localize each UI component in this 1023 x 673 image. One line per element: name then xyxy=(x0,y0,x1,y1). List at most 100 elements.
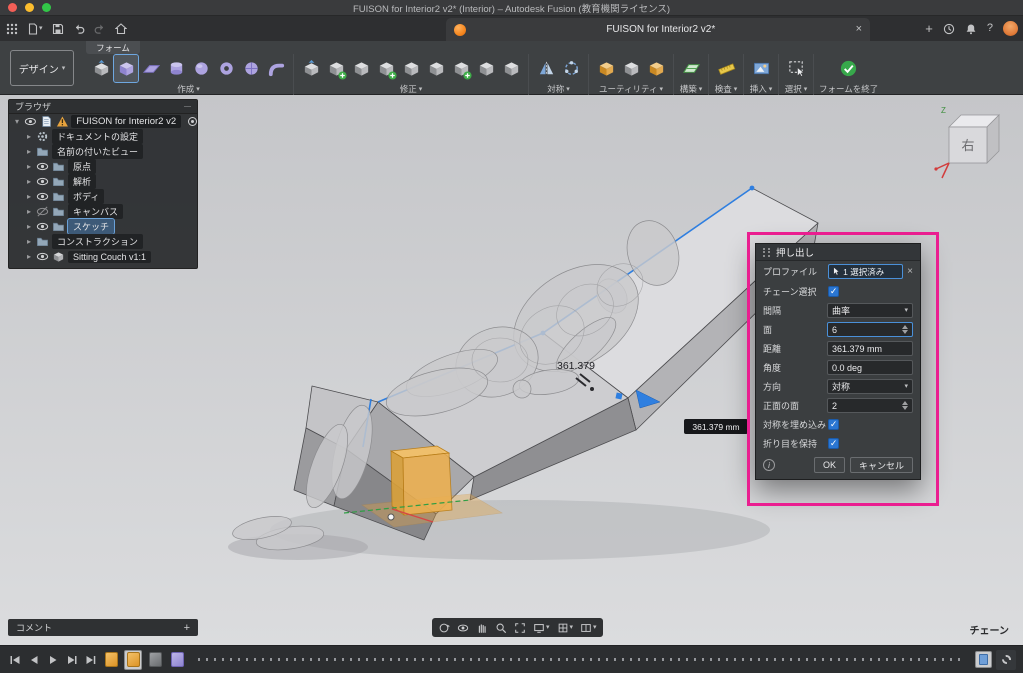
expand-icon[interactable]: ▸ xyxy=(25,147,33,156)
plane-primitive-icon[interactable] xyxy=(139,55,163,82)
cylinder-primitive-icon[interactable] xyxy=(164,55,188,82)
row-label[interactable]: 名前の付いたビュー xyxy=(52,144,143,159)
help-icon[interactable]: ? xyxy=(987,23,993,34)
timeline-feature-form-selected[interactable] xyxy=(124,650,142,670)
display-settings-icon[interactable]: ▾ xyxy=(533,622,550,634)
timeline-settings-button[interactable] xyxy=(996,650,1016,670)
user-avatar[interactable] xyxy=(1003,21,1018,36)
notifications-bell-icon[interactable] xyxy=(965,23,977,35)
timeline-feature-purple[interactable] xyxy=(168,650,186,670)
go-to-start-icon[interactable] xyxy=(7,652,22,668)
distance-input[interactable]: 361.379 mm xyxy=(827,341,913,356)
edit-form-icon[interactable] xyxy=(89,55,113,82)
create-group-dropdown[interactable]: 作成 ▾ xyxy=(177,83,200,95)
expand-icon[interactable]: ▸ xyxy=(25,222,33,231)
visibility-eye-icon[interactable] xyxy=(36,250,49,263)
activate-component-radio[interactable] xyxy=(188,117,197,126)
modify-group-dropdown[interactable]: 修正 ▾ xyxy=(400,83,423,95)
zoom-icon[interactable] xyxy=(495,622,507,634)
browser-row-canvases[interactable]: ▸ キャンバス xyxy=(21,204,197,219)
angle-input[interactable]: 0.0 deg xyxy=(827,360,913,375)
finish-form-label-button[interactable]: フォームを終了 xyxy=(819,83,878,95)
repair-body-icon[interactable] xyxy=(619,55,643,82)
timeline-feature-gray[interactable] xyxy=(146,650,164,670)
insert-group-dropdown[interactable]: 挿入 ▾ xyxy=(750,83,773,95)
dialog-titlebar[interactable]: 押し出し xyxy=(756,244,920,261)
viewport-3d[interactable]: 361.379 ブラウザ — ▾ FUISON for Interior2 v2 xyxy=(0,95,1023,645)
pipe-primitive-icon[interactable] xyxy=(264,55,288,82)
profile-selection-button[interactable]: 1 選択済み xyxy=(828,264,903,279)
viewports-icon[interactable]: ▾ xyxy=(580,622,597,634)
expand-icon[interactable]: ▸ xyxy=(25,162,33,171)
row-label[interactable]: Sitting Couch v1:1 xyxy=(68,251,151,263)
insert-canvas-icon[interactable] xyxy=(749,55,773,82)
front-faces-input[interactable]: 2 xyxy=(827,398,913,413)
keep-crease-checkbox[interactable]: ✓ xyxy=(828,438,839,449)
expand-icon[interactable]: ▸ xyxy=(25,177,33,186)
select-group-dropdown[interactable]: 選択 ▾ xyxy=(785,83,808,95)
grid-snap-icon[interactable]: ▾ xyxy=(557,622,574,634)
crease-icon[interactable] xyxy=(499,55,523,82)
measure-icon[interactable] xyxy=(714,55,738,82)
circular-symmetry-icon[interactable] xyxy=(559,55,583,82)
sketch-origin-point[interactable] xyxy=(388,514,394,520)
torus-primitive-icon[interactable] xyxy=(214,55,238,82)
browser-row-document-settings[interactable]: ▸ ドキュメントの設定 xyxy=(21,129,197,144)
select-tool-icon[interactable] xyxy=(784,55,808,82)
browser-row-analysis[interactable]: ▸ 解析 xyxy=(21,174,197,189)
row-label-selected[interactable]: スケッチ xyxy=(68,219,114,234)
expand-icon[interactable]: ▸ xyxy=(25,207,33,216)
pan-icon[interactable] xyxy=(476,622,488,634)
drag-grip-icon[interactable] xyxy=(763,248,770,257)
row-label[interactable]: 解析 xyxy=(68,174,96,189)
app-grid-icon[interactable] xyxy=(6,23,18,35)
visibility-eye-icon[interactable] xyxy=(36,220,49,233)
visibility-eye-off-icon[interactable] xyxy=(36,205,49,218)
browser-root-row[interactable]: ▾ FUISON for Interior2 v2 xyxy=(9,114,197,129)
step-forward-icon[interactable] xyxy=(64,652,79,668)
browser-row-construction[interactable]: ▸ コンストラクション xyxy=(21,234,197,249)
context-tab-form[interactable]: フォーム xyxy=(86,41,140,54)
orbit-icon[interactable] xyxy=(438,622,450,634)
minimize-window-button[interactable] xyxy=(25,3,34,12)
quadball-primitive-icon[interactable] xyxy=(239,55,263,82)
box-primitive-icon[interactable] xyxy=(114,55,138,82)
visibility-eye-icon[interactable] xyxy=(24,115,37,128)
step-back-icon[interactable] xyxy=(26,652,41,668)
spinner-control[interactable] xyxy=(902,322,908,337)
fullscreen-window-button[interactable] xyxy=(42,3,51,12)
expand-icon[interactable]: ▸ xyxy=(25,192,33,201)
expand-icon[interactable]: ▸ xyxy=(25,252,33,261)
look-at-icon[interactable] xyxy=(457,622,469,634)
go-to-end-icon[interactable] xyxy=(83,652,98,668)
spacing-dropdown[interactable]: 曲率 ▾ xyxy=(827,303,913,318)
timeline-position-marker[interactable] xyxy=(975,651,992,668)
play-icon[interactable] xyxy=(45,652,60,668)
cancel-button[interactable]: キャンセル xyxy=(850,457,913,473)
collapse-panel-icon[interactable]: — xyxy=(184,103,191,110)
clear-selection-icon[interactable]: × xyxy=(907,266,913,277)
comments-bar[interactable]: コメント + xyxy=(8,619,198,636)
chain-select-checkbox[interactable]: ✓ xyxy=(828,286,839,297)
insert-edge-icon[interactable] xyxy=(324,55,348,82)
embed-symmetry-checkbox[interactable]: ✓ xyxy=(828,419,839,430)
redo-icon[interactable] xyxy=(94,23,106,35)
browser-row-sketches[interactable]: ▸ スケッチ xyxy=(21,219,197,234)
weld-vertices-icon[interactable] xyxy=(474,55,498,82)
view-cube[interactable]: Z 右 xyxy=(933,103,1017,187)
job-status-icon[interactable] xyxy=(943,23,955,35)
edit-shape-icon[interactable] xyxy=(299,55,323,82)
sphere-primitive-icon[interactable] xyxy=(189,55,213,82)
convert-icon[interactable] xyxy=(644,55,668,82)
close-window-button[interactable] xyxy=(8,3,17,12)
new-tab-icon[interactable]: + xyxy=(925,22,933,35)
browser-row-origin[interactable]: ▸ 原点 xyxy=(21,159,197,174)
utilities-group-dropdown[interactable]: ユーティリティ ▾ xyxy=(599,83,663,95)
spinner-control[interactable] xyxy=(902,398,908,413)
sketch-vertex-handle[interactable] xyxy=(750,186,755,191)
merge-edge-icon[interactable] xyxy=(399,55,423,82)
fit-icon[interactable] xyxy=(514,622,526,634)
expand-icon[interactable]: ▸ xyxy=(25,237,33,246)
save-icon[interactable] xyxy=(52,23,64,35)
symmetry-group-dropdown[interactable]: 対称 ▾ xyxy=(547,83,570,95)
